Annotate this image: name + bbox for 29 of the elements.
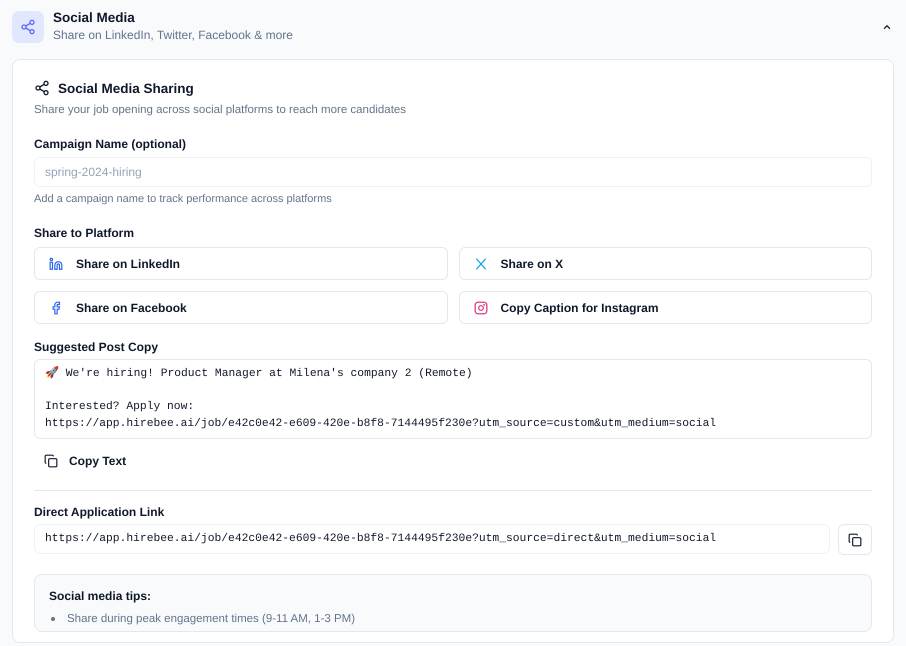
share-icon: [34, 80, 50, 96]
share-platform-button[interactable]: Share on X: [458, 247, 872, 280]
share-platform-button[interactable]: Share on Facebook: [34, 291, 448, 324]
copy-link-button[interactable]: [838, 524, 872, 555]
share-platform-button[interactable]: Copy Caption for Instagram: [458, 291, 872, 324]
tip-item: Share during peak engagement times (9-11 AM, 1-3 PM): [67, 612, 356, 627]
card-description: Share your job opening across social platforms to reach more candidates: [34, 104, 408, 116]
copy-icon: [848, 532, 862, 546]
post-copy-textarea[interactable]: 🚀 We're hiring! Product Manager at Milena's company 2 (Remote) Interested? Apply now: https://app.hirebee.ai/job/e42c0e42-e609-420e-b8f8-7144495f230e?utm_source=custom&utm_medium=social: [34, 359, 872, 439]
share-platform-button[interactable]: Share on LinkedIn: [34, 247, 448, 280]
share-icon: [12, 11, 44, 43]
linkedin-logo-icon: [49, 256, 63, 270]
field-label: Direct Application Link: [34, 505, 164, 519]
direct-link-field[interactable]: https://app.hirebee.ai/job/e42c0e42-e609-420e-b8f8-7144495f230e?utm_source=direct&utm_medium=social: [34, 524, 830, 554]
field-label: Suggested Post Copy: [34, 340, 158, 354]
field-label: Campaign Name (optional): [34, 137, 186, 151]
section-subtitle: Share on LinkedIn, Twitter, Facebook & more: [53, 28, 294, 42]
chevron-up-icon[interactable]: [882, 22, 892, 32]
section-title: Social Media: [53, 10, 136, 25]
copy-icon: [44, 454, 58, 468]
field-label: Share to Platform: [34, 226, 134, 240]
instagram-logo-icon: [474, 300, 488, 314]
tips-title: Social media tips:: [49, 589, 152, 603]
campaign-name-field[interactable]: spring-2024-hiring: [34, 157, 872, 187]
copy-text-button[interactable]: Copy Text: [34, 448, 136, 474]
bullet-icon: [51, 617, 55, 621]
x-logo-icon: [474, 256, 488, 270]
card-title: Social Media Sharing: [58, 80, 194, 96]
help-text: Add a campaign name to track performance across platforms: [34, 193, 333, 205]
